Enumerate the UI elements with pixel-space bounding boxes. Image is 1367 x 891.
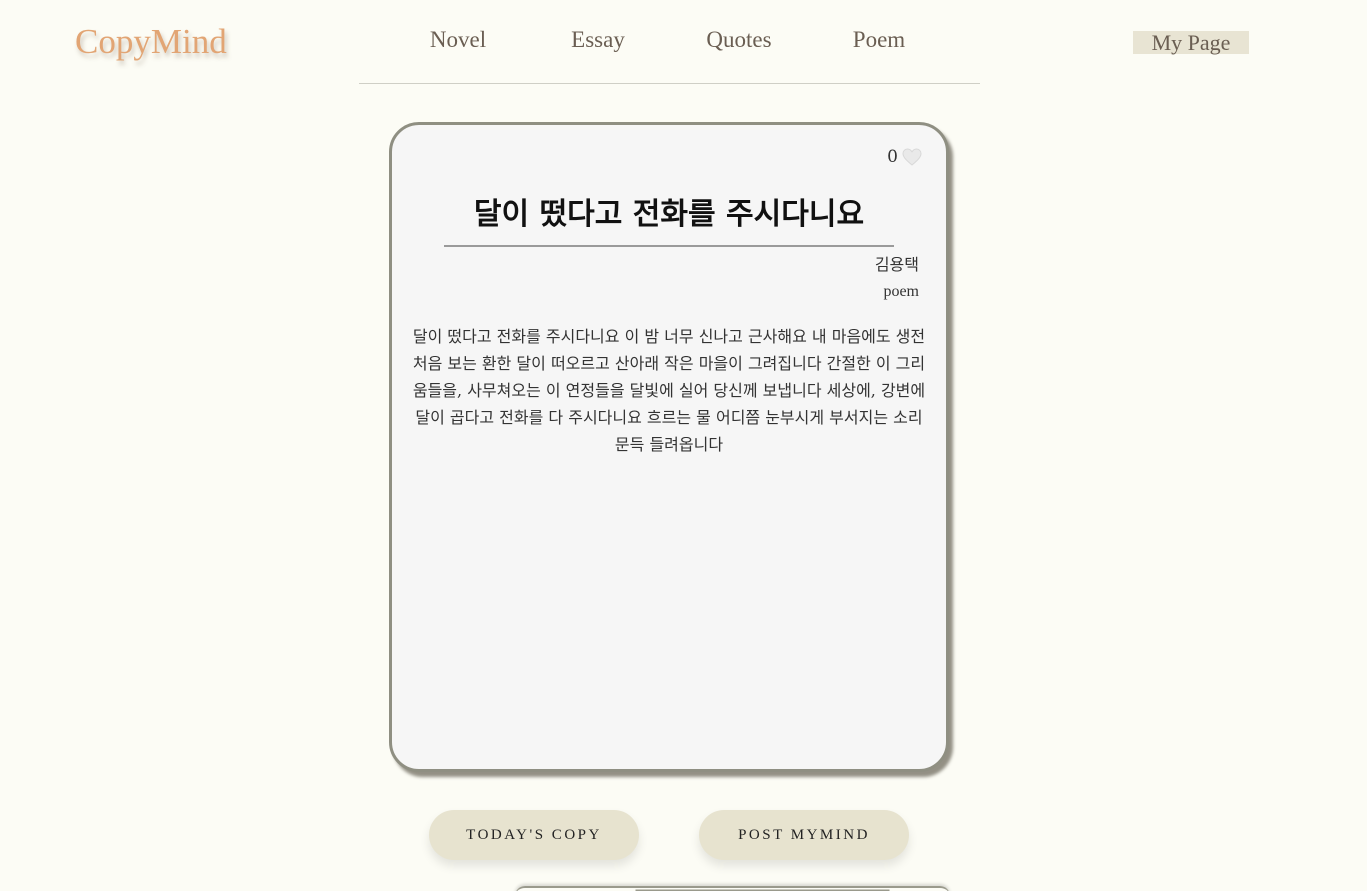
main-nav: Novel Essay Quotes Poem: [359, 0, 980, 84]
heart-icon[interactable]: [902, 148, 922, 166]
page: CopyMind Novel Essay Quotes Poem My Page…: [0, 0, 1367, 891]
nav-item-quotes[interactable]: Quotes: [706, 27, 771, 53]
next-card-edge: [515, 886, 950, 891]
nav-item-essay[interactable]: Essay: [571, 27, 625, 53]
nav-item-poem[interactable]: Poem: [853, 27, 905, 53]
card-body: 달이 떴다고 전화를 주시다니요 이 밤 너무 신나고 근사해요 내 마음에도 …: [412, 327, 926, 454]
card-category: poem: [883, 283, 919, 300]
post-mymind-button[interactable]: POST MYMIND: [699, 810, 909, 860]
nav-item-novel[interactable]: Novel: [430, 27, 486, 53]
card-author: 김용택: [874, 255, 919, 274]
like-count: 0: [887, 147, 898, 167]
todays-copy-button[interactable]: TODAY'S COPY: [429, 810, 639, 860]
like-counter: 0: [887, 147, 922, 167]
copy-card: 0 달이 떴다고 전화를 주시다니요 김용택 poem 달이 떴다고 전화를 주…: [389, 122, 949, 772]
card-title: 달이 떴다고 전화를 주시다니요: [444, 189, 894, 247]
my-page-button[interactable]: My Page: [1133, 31, 1249, 54]
logo[interactable]: CopyMind: [75, 22, 227, 62]
